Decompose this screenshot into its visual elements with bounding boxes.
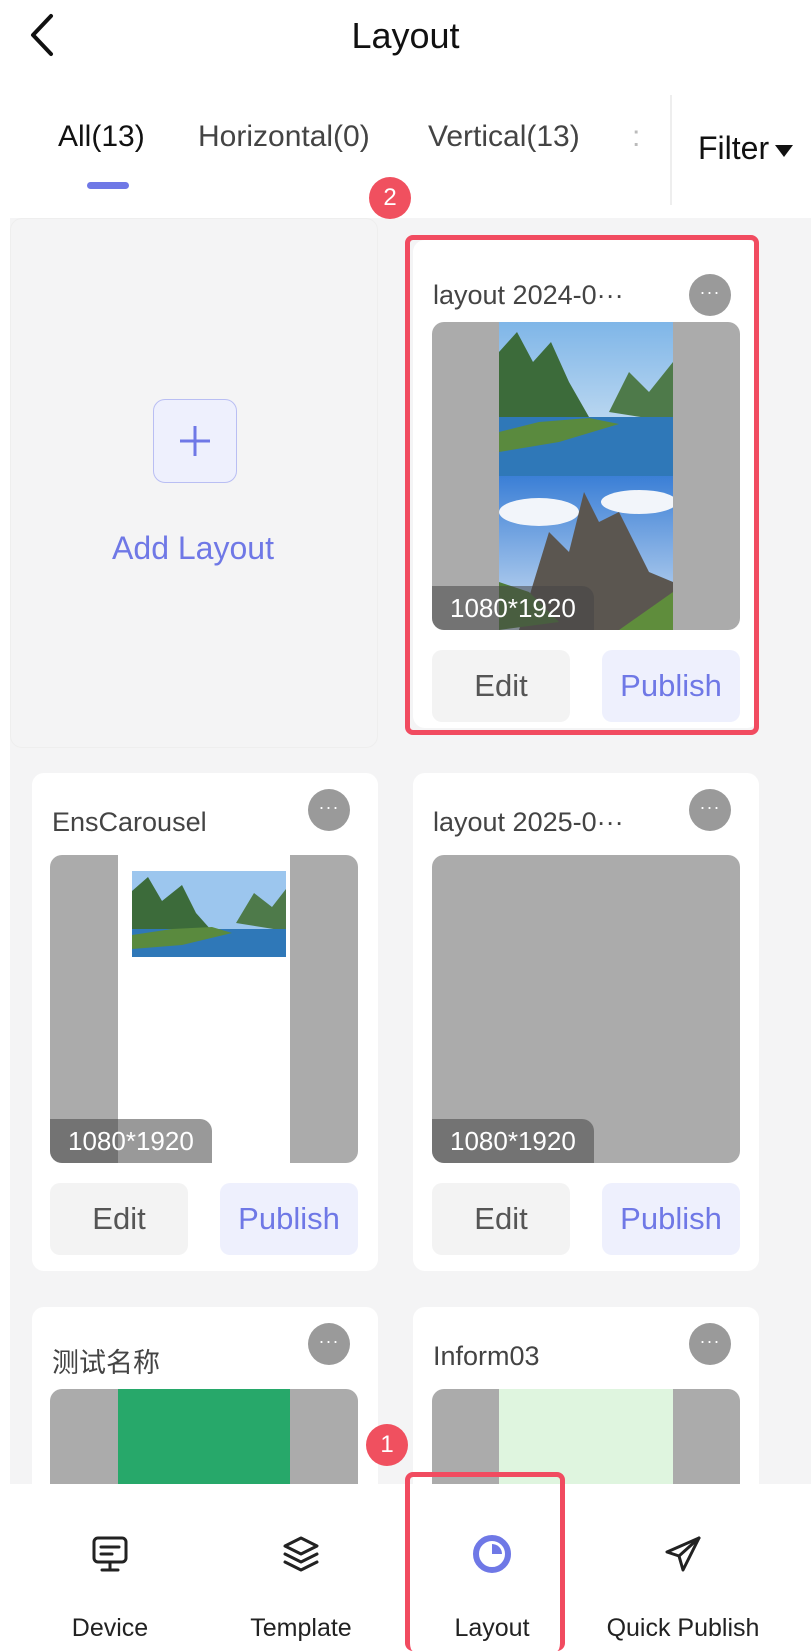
layout-card[interactable]: Inform03 ··· [413,1307,759,1484]
layout-card-title: 测试名称 [52,1348,160,1378]
filter-label: Filter [698,130,770,166]
add-layout-label: Add Layout [112,530,274,566]
publish-button[interactable]: Publish [220,1183,358,1255]
filter-dropdown[interactable]: Filter [698,130,794,167]
tab-all[interactable]: All(13) [58,120,145,180]
more-options-button[interactable]: ··· [689,274,731,316]
header: Layout [0,0,811,80]
nav-item-template[interactable]: Template [201,1524,401,1644]
step-badge-2: 2 [369,177,411,219]
more-options-button[interactable]: ··· [689,1323,731,1365]
layout-card-title: layout 2025-0··· [433,807,624,837]
step-badge-1: 1 [366,1424,408,1466]
nav-item-quick-publish[interactable]: Quick Publish [583,1524,783,1644]
nav-label: Quick Publish [606,1614,760,1642]
tab-overflow[interactable]: : [632,120,640,180]
caret-down-icon [775,144,794,157]
thumbnail-canvas [118,1389,290,1484]
nav-label: Layout [454,1614,530,1642]
tab-horizontal[interactable]: Horizontal(0) [198,120,370,180]
layout-grid: Add Layout layout 2024-0··· ··· 1080*192… [10,218,811,1484]
layers-icon [283,1536,319,1572]
edit-button[interactable]: Edit [50,1183,188,1255]
layout-card-title: layout 2024-0··· [433,280,624,310]
layout-card-title: Inform03 [433,1341,540,1371]
page-title: Layout [351,15,460,56]
nav-label: Device [71,1614,149,1642]
landscape-image [132,871,286,957]
active-tab-indicator [87,182,129,189]
more-icon: ··· [699,1331,721,1351]
layout-card[interactable]: EnsCarousel ··· 1080*1920 Edit Publish [32,773,378,1271]
back-button[interactable] [22,10,62,60]
layout-card[interactable]: 测试名称 ··· [32,1307,378,1484]
nav-item-layout[interactable]: Layout [392,1524,592,1644]
add-layout-button[interactable] [153,399,237,483]
resolution-label: 1080*1920 [432,1119,594,1163]
add-layout-card[interactable]: Add Layout [10,218,378,748]
landscape-image [499,322,673,630]
edit-button[interactable]: Edit [432,650,570,722]
more-icon: ··· [699,797,721,817]
layout-thumbnail[interactable]: 1080*1920 [50,855,358,1163]
more-icon: ··· [699,282,721,302]
layout-thumbnail[interactable]: 1080*1920 [432,322,740,630]
tab-vertical[interactable]: Vertical(13) [428,120,580,180]
monitor-icon [92,1536,128,1572]
chevron-left-icon [31,14,53,56]
layout-card[interactable]: layout 2024-0··· ··· 1080*1920 Edit Publ… [413,240,759,728]
plus-icon [180,426,210,456]
layout-icon [473,1535,511,1573]
tab-bar: All(13) Horizontal(0) Vertical(13) : [0,120,680,190]
bottom-nav: Device Template Layout Quick Publish [0,1484,811,1651]
layout-thumbnail[interactable] [50,1389,358,1484]
more-options-button[interactable]: ··· [308,789,350,831]
resolution-label: 1080*1920 [432,586,594,630]
tab-divider [670,95,672,205]
send-icon [665,1536,701,1572]
edit-button[interactable]: Edit [432,1183,570,1255]
resolution-label: 1080*1920 [50,1119,212,1163]
nav-label: Template [250,1614,352,1642]
publish-button[interactable]: Publish [602,650,740,722]
more-icon: ··· [318,1331,340,1351]
publish-button[interactable]: Publish [602,1183,740,1255]
layout-thumbnail[interactable]: 1080*1920 [432,855,740,1163]
layout-thumbnail[interactable] [432,1389,740,1484]
more-options-button[interactable]: ··· [308,1323,350,1365]
thumbnail-canvas [499,1389,673,1484]
more-icon: ··· [318,797,340,817]
nav-item-device[interactable]: Device [10,1524,210,1644]
more-options-button[interactable]: ··· [689,789,731,831]
layout-card[interactable]: layout 2025-0··· ··· 1080*1920 Edit Publ… [413,773,759,1271]
layout-card-title: EnsCarousel [52,807,207,837]
